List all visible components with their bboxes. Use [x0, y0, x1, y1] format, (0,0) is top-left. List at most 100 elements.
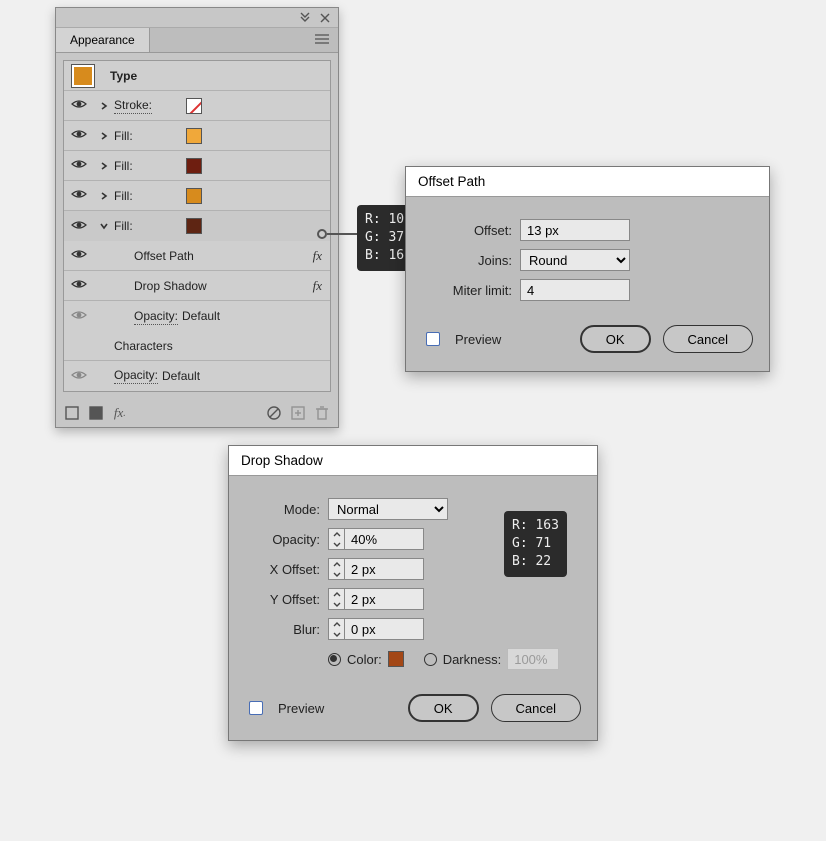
- y-offset-label: Y Offset:: [245, 592, 320, 607]
- characters-label: Characters: [114, 339, 173, 353]
- visibility-eye-icon[interactable]: [71, 98, 87, 113]
- color-radio[interactable]: [328, 653, 341, 666]
- effect-label: Drop Shadow: [114, 279, 207, 293]
- mode-select[interactable]: Normal: [328, 498, 448, 520]
- x-offset-input[interactable]: [344, 558, 424, 580]
- tab-appearance[interactable]: Appearance: [56, 28, 150, 52]
- fill-row[interactable]: Fill:: [64, 151, 330, 181]
- visibility-eye-icon[interactable]: [71, 309, 87, 324]
- offset-path-dialog: Offset Path Offset: Joins: Round Miter l…: [405, 166, 770, 372]
- ok-button[interactable]: OK: [580, 325, 651, 353]
- fill-swatch[interactable]: [186, 188, 202, 204]
- fill-label: Fill:: [114, 189, 133, 203]
- x-offset-label: X Offset:: [245, 562, 320, 577]
- ok-button[interactable]: OK: [408, 694, 479, 722]
- joins-select[interactable]: Round: [520, 249, 630, 271]
- fx-menu-icon[interactable]: fx.: [112, 405, 128, 421]
- fill-label: Fill:: [114, 159, 133, 173]
- close-icon[interactable]: [318, 11, 332, 25]
- type-label: Type: [102, 69, 137, 83]
- y-offset-input[interactable]: [344, 588, 424, 610]
- effect-row[interactable]: Drop Shadowfx: [64, 271, 330, 301]
- offset-input[interactable]: [520, 219, 630, 241]
- callout-connector: [327, 233, 357, 235]
- panel-titlebar: [56, 8, 338, 28]
- dialog-title: Drop Shadow: [229, 446, 597, 476]
- drop-shadow-dialog: Drop Shadow Mode: Normal Opacity: X Offs…: [228, 445, 598, 741]
- clear-appearance-icon[interactable]: [266, 405, 282, 421]
- color-radio-label: Color:: [347, 652, 382, 667]
- cancel-button[interactable]: Cancel: [491, 694, 581, 722]
- panel-tabbar: Appearance: [56, 28, 338, 53]
- appearance-list: Type Stroke: Fill: Fill: Fill: Fill: Offset…: [63, 60, 331, 392]
- visibility-eye-icon[interactable]: [71, 369, 87, 384]
- preview-label: Preview: [278, 701, 324, 716]
- object-opacity-row[interactable]: Opacity: Default: [64, 361, 330, 391]
- duplicate-item-icon[interactable]: [290, 405, 306, 421]
- cancel-button[interactable]: Cancel: [663, 325, 753, 353]
- blur-stepper[interactable]: [328, 618, 424, 640]
- fill-row[interactable]: Fill:: [64, 121, 330, 151]
- stroke-label: Stroke:: [114, 98, 152, 114]
- opacity-prefix: Opacity:: [134, 309, 178, 325]
- opacity-label: Opacity:: [245, 532, 320, 547]
- stroke-row[interactable]: Stroke:: [64, 91, 330, 121]
- collapse-icon[interactable]: [298, 11, 312, 25]
- characters-row[interactable]: Characters: [64, 331, 330, 361]
- visibility-eye-icon[interactable]: [71, 278, 87, 293]
- preview-checkbox[interactable]: [426, 332, 440, 346]
- darkness-radio[interactable]: [424, 653, 437, 666]
- x-offset-stepper[interactable]: [328, 558, 424, 580]
- stroke-swatch[interactable]: [186, 98, 202, 114]
- visibility-eye-icon[interactable]: [71, 248, 87, 263]
- type-thumbnail-swatch: [72, 65, 94, 87]
- no-fill-icon[interactable]: [64, 405, 80, 421]
- fill-row[interactable]: Fill:: [64, 211, 330, 241]
- appearance-panel: Appearance Type Stroke: Fill: Fill: Fill: F…: [55, 7, 339, 428]
- opacity-value: Default: [162, 369, 200, 383]
- effect-row[interactable]: Offset Path fx: [64, 241, 330, 271]
- darkness-radio-label: Darkness:: [443, 652, 502, 667]
- opacity-stepper[interactable]: [328, 528, 424, 550]
- shadow-color-swatch[interactable]: [388, 651, 404, 667]
- effect-label: Offset Path: [114, 249, 194, 263]
- chevron-right-icon[interactable]: [100, 159, 108, 173]
- chevron-right-icon[interactable]: [100, 129, 108, 143]
- delete-item-icon[interactable]: [314, 405, 330, 421]
- fill-label: Fill:: [114, 129, 133, 143]
- fill-swatch[interactable]: [186, 218, 202, 234]
- chevron-right-icon[interactable]: [100, 189, 108, 203]
- preview-checkbox[interactable]: [249, 701, 263, 715]
- appearance-list-area: Type Stroke: Fill: Fill: Fill: Fill: Offset…: [56, 53, 338, 399]
- panel-menu-icon[interactable]: [306, 31, 338, 49]
- dialog-title: Offset Path: [406, 167, 769, 197]
- chevron-down-icon[interactable]: [100, 219, 108, 233]
- fx-icon: fx: [313, 248, 322, 264]
- mode-label: Mode:: [245, 502, 320, 517]
- fill-row[interactable]: Fill:: [64, 181, 330, 211]
- preview-label: Preview: [455, 332, 501, 347]
- opacity-prefix: Opacity:: [114, 368, 158, 384]
- visibility-eye-icon[interactable]: [71, 128, 87, 143]
- miter-limit-input[interactable]: [520, 279, 630, 301]
- offset-label: Offset:: [422, 223, 512, 238]
- fill-swatch[interactable]: [186, 128, 202, 144]
- y-offset-stepper[interactable]: [328, 588, 424, 610]
- joins-label: Joins:: [422, 253, 512, 268]
- fill-swatch[interactable]: [186, 158, 202, 174]
- fill-swatch-icon[interactable]: [88, 405, 104, 421]
- opacity-input[interactable]: [344, 528, 424, 550]
- visibility-eye-icon[interactable]: [71, 219, 87, 234]
- blur-label: Blur:: [245, 622, 320, 637]
- appearance-footer: fx.: [56, 399, 338, 427]
- fill-label: Fill:: [114, 219, 133, 233]
- chevron-right-icon[interactable]: [100, 99, 108, 113]
- opacity-row[interactable]: Opacity: Default: [64, 301, 330, 331]
- visibility-eye-icon[interactable]: [71, 188, 87, 203]
- blur-input[interactable]: [344, 618, 424, 640]
- callout-bullet: [317, 229, 327, 239]
- miter-limit-label: Miter limit:: [422, 283, 512, 298]
- opacity-value: Default: [182, 309, 220, 323]
- visibility-eye-icon[interactable]: [71, 158, 87, 173]
- appearance-header-row: Type: [64, 61, 330, 91]
